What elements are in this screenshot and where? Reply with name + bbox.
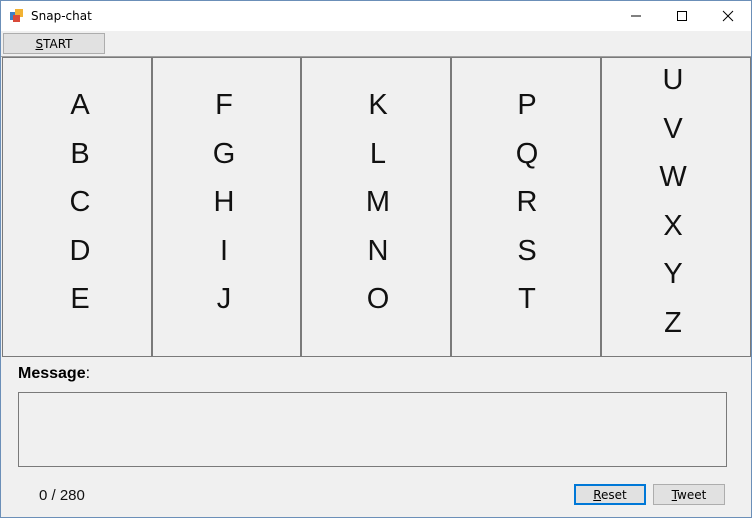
letter-s: S [517, 234, 537, 267]
letter-a: A [70, 89, 90, 121]
minimize-button[interactable] [613, 1, 659, 31]
letter-z: Z [664, 306, 682, 339]
letter-u: U [662, 64, 684, 96]
message-label-text: Message [18, 365, 86, 382]
letter-t: T [518, 283, 536, 315]
character-counter: 0 / 280 [39, 487, 85, 504]
message-input[interactable] [18, 392, 727, 467]
letter-group-3[interactable]: KLMNO [302, 58, 452, 356]
letter-o: O [366, 283, 390, 315]
tweet-button-label: Tweet [671, 487, 707, 502]
app-icon [10, 9, 23, 22]
letter-grid: ABCDEFGHIJKLMNOPQRSTUVWXYZ [2, 57, 751, 357]
letter-c: C [69, 186, 91, 218]
letter-group-2[interactable]: FGHIJ [152, 58, 302, 356]
letter-b: B [70, 137, 90, 170]
letter-group-5[interactable]: UVWXYZ [602, 58, 750, 356]
close-icon [722, 10, 734, 22]
letter-y: Y [663, 258, 683, 290]
letter-l: L [369, 137, 387, 170]
close-button[interactable] [705, 1, 751, 31]
start-button-label: START [35, 36, 73, 51]
letter-q: Q [515, 137, 539, 170]
reset-button[interactable]: Reset [574, 484, 646, 505]
letter-group-1[interactable]: ABCDE [3, 58, 153, 356]
letter-x: X [663, 209, 683, 242]
tweet-button[interactable]: Tweet [653, 484, 725, 505]
maximize-icon [677, 11, 687, 21]
app-window: Snap-chat START ABCDEFGHIJKLMNOPQRSTUVWX… [0, 0, 752, 518]
letter-h: H [213, 186, 235, 218]
letter-group-4[interactable]: PQRST [452, 58, 602, 356]
letter-p: P [517, 89, 537, 121]
message-label: Message: [18, 365, 90, 383]
letter-n: N [367, 234, 389, 267]
letter-g: G [212, 137, 236, 170]
maximize-button[interactable] [659, 1, 705, 31]
letter-k: K [368, 89, 388, 121]
window-title: Snap-chat [31, 9, 92, 23]
letter-f: F [215, 89, 233, 121]
start-button[interactable]: START [3, 33, 105, 54]
message-label-colon: : [85, 365, 91, 382]
letter-r: R [516, 186, 538, 218]
letter-v: V [663, 112, 683, 145]
letter-d: D [69, 234, 91, 267]
letter-e: E [70, 283, 90, 315]
letter-i: I [219, 234, 229, 267]
title-bar[interactable]: Snap-chat [1, 1, 751, 31]
toolbar: START [1, 31, 751, 57]
minimize-icon [631, 15, 641, 17]
letter-j: J [216, 283, 232, 315]
letter-m: M [365, 186, 391, 218]
reset-button-label: Reset [593, 487, 627, 502]
letter-w: W [659, 161, 687, 193]
